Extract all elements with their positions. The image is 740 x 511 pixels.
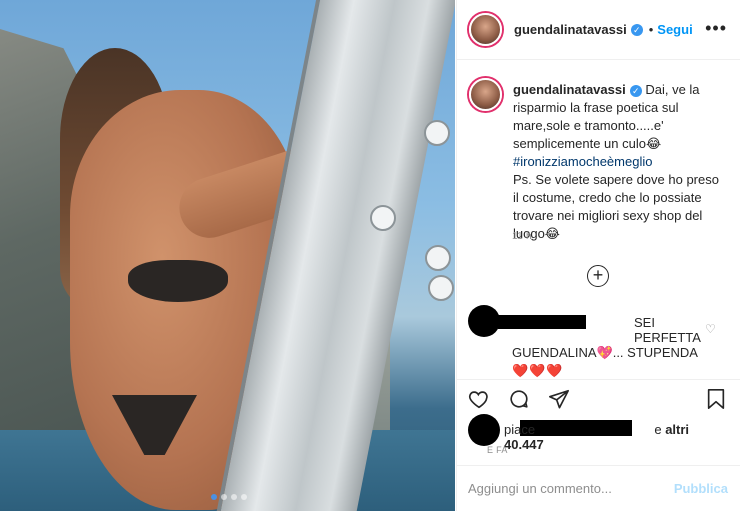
avatar[interactable] (469, 78, 502, 111)
ladder-step (428, 275, 454, 301)
header-username[interactable]: guendalinatavassi (514, 22, 627, 37)
swimsuit-top (128, 260, 228, 302)
caption-text: guendalinatavassi ✓ Dai, ve la risparmio … (513, 81, 727, 243)
follow-button[interactable]: Segui (657, 22, 692, 37)
ladder-step (424, 120, 450, 146)
likes-text[interactable]: piace e altri 40.447 (504, 422, 728, 452)
caption-username[interactable]: guendalinatavassi (513, 82, 626, 97)
more-options-icon[interactable]: ••• (705, 19, 727, 37)
small-heart-icon[interactable]: ♡ (705, 322, 716, 336)
add-circle-icon[interactable]: + (587, 265, 609, 287)
verified-badge-icon: ✓ (630, 23, 643, 36)
comment-text: SEI PERFETTA GUENDALINA💖... STUPENDA ❤️❤… (512, 315, 712, 378)
avatar[interactable] (469, 13, 502, 46)
comment-line-2: GUENDALINA💖... STUPENDA (512, 345, 698, 360)
hashtag-link[interactable]: #ironizziamocheèmeglio (513, 154, 652, 169)
verified-badge-icon: ✓ (629, 85, 642, 97)
post-header: guendalinatavassi ✓ • Segui ••• (457, 0, 740, 60)
ladder-step (425, 245, 451, 271)
bookmark-icon[interactable] (706, 388, 726, 413)
post-age[interactable]: E FA (487, 445, 508, 455)
publish-button[interactable]: Pubblica (674, 481, 728, 496)
comment-line-1: SEI PERFETTA (634, 315, 701, 345)
carousel-dot (241, 494, 247, 500)
carousel-dots (211, 494, 247, 500)
comment-input[interactable] (468, 481, 674, 496)
avatar[interactable] (468, 305, 500, 337)
likes-prefix: piace (504, 422, 536, 437)
carousel-dot (211, 494, 217, 500)
separator-dot: • (648, 22, 654, 37)
likes-row: piace e altri 40.447 (468, 414, 728, 452)
post-photo[interactable] (0, 0, 455, 511)
post-time[interactable]: 11 h (512, 231, 532, 242)
carousel-dot (231, 494, 237, 500)
comment-hearts: ❤️❤️❤️ (512, 363, 564, 378)
comment-icon[interactable] (508, 388, 530, 413)
avatar[interactable] (468, 414, 500, 446)
likes-suffix: e (654, 422, 662, 437)
action-bar (456, 379, 740, 419)
share-icon[interactable] (548, 388, 570, 413)
comment-composer: Pubblica (456, 465, 740, 511)
caption-ps: Ps. Se volete sapere dove ho preso il co… (513, 172, 719, 241)
heart-icon[interactable] (468, 388, 490, 413)
ladder-step (370, 205, 396, 231)
carousel-dot (221, 494, 227, 500)
